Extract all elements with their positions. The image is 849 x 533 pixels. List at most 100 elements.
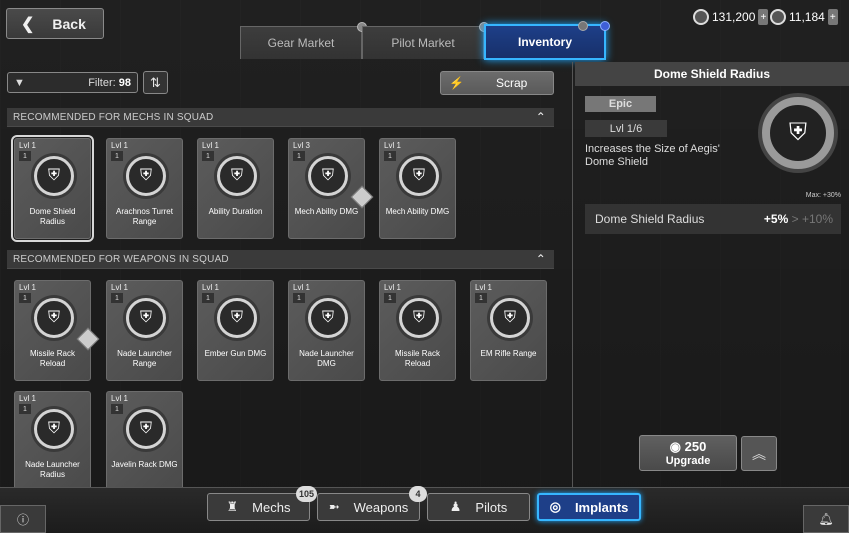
- implant-card[interactable]: Lvl 1 1 ⛨ Arachnos Turret Range: [106, 138, 183, 239]
- card-name: Arachnos Turret Range: [116, 207, 173, 226]
- currency-icon: ◉: [669, 439, 681, 454]
- implant-card[interactable]: Lvl 1 1 ⛨ Nade Launcher Radius: [14, 391, 91, 492]
- implant-icon: ⛨: [126, 156, 166, 196]
- tab-pilot-market[interactable]: Pilot Market: [362, 22, 489, 59]
- currency-credits: 131,200 +: [693, 7, 769, 27]
- section-weapons[interactable]: RECOMMENDED FOR WEAPONS IN SQUAD ⌃: [7, 250, 554, 269]
- chevron-up-icon: ⌃: [535, 252, 546, 266]
- implant-icon: ⛨: [217, 298, 257, 338]
- panel-divider: [572, 62, 573, 487]
- implant-card[interactable]: Lvl 1 1 ⛨ Ability Duration: [197, 138, 274, 239]
- weapon-icon: ➼: [328, 499, 340, 514]
- funnel-icon: ▼: [14, 76, 25, 89]
- stat-arrow: >: [791, 212, 799, 226]
- chevron-left-icon: ❮: [21, 15, 35, 33]
- implant-icon: ⛨: [399, 298, 439, 338]
- card-level: Lvl 1: [384, 283, 401, 292]
- scrap-label: Scrap: [495, 76, 528, 90]
- notification-dot-active: [600, 21, 610, 31]
- card-level: Lvl 1: [19, 141, 36, 150]
- card-level: Lvl 1: [384, 141, 401, 150]
- market-tabs: Gear Market Pilot Market Inventory: [240, 21, 610, 60]
- card-level: Lvl 1: [111, 394, 128, 403]
- back-button[interactable]: ❮ Back: [6, 8, 104, 39]
- card-level: Lvl 1: [111, 283, 128, 292]
- card-level: Lvl 1: [202, 141, 219, 150]
- double-chevron-up-icon: ︽: [752, 445, 766, 462]
- card-quantity: 1: [111, 404, 123, 414]
- back-label: Back: [52, 15, 86, 32]
- stat-values: +5% > +10%: [764, 212, 833, 226]
- card-level: Lvl 3: [293, 141, 310, 150]
- tab-gear-market[interactable]: Gear Market: [240, 22, 367, 59]
- bell-icon: 🔔︎: [818, 512, 834, 526]
- scrap-button[interactable]: ⚡ Scrap: [440, 71, 554, 95]
- implant-card[interactable]: Lvl 1 1 ⛨ EM Rifle Range: [470, 280, 547, 381]
- tab-inventory[interactable]: Inventory: [484, 21, 610, 60]
- implant-card[interactable]: Lvl 1 1 ⛨ Dome Shield Radius: [11, 135, 94, 242]
- card-name: Nade Launcher Range: [117, 349, 172, 368]
- implant-card[interactable]: Lvl 1 1 ⛨ Missile Rack Reload: [379, 280, 456, 381]
- stat-row: Dome Shield Radius +5% > +10%: [585, 204, 841, 234]
- upgrade-label: Upgrade: [665, 455, 711, 467]
- card-quantity: 1: [293, 151, 305, 161]
- scrap-icon: ⚡: [449, 76, 464, 90]
- tab-label: Implants: [574, 499, 629, 515]
- filter-button[interactable]: ▼ Filter: 98: [7, 72, 138, 93]
- add-credits-button[interactable]: +: [758, 9, 769, 25]
- section-mechs-title: RECOMMENDED FOR MECHS IN SQUAD: [13, 111, 214, 123]
- card-quantity: 1: [293, 293, 305, 303]
- implant-card[interactable]: Lvl 3 1 ⛨ Mech Ability DMG: [288, 138, 374, 239]
- implant-icon: ⛨: [399, 156, 439, 196]
- sort-button[interactable]: ⇅: [143, 71, 168, 94]
- implant-icon: ⛨: [34, 156, 74, 196]
- tab-pilots[interactable]: ♟ Pilots: [427, 493, 530, 521]
- card-name: Nade Launcher Radius: [25, 460, 80, 479]
- tab-label: Inventory: [517, 35, 572, 49]
- notification-button[interactable]: 🔔︎: [803, 505, 849, 533]
- add-gems-button[interactable]: +: [827, 9, 838, 25]
- implant-card[interactable]: Lvl 1 1 ⛨ Ember Gun DMG: [197, 280, 274, 381]
- pilot-icon: ♟: [449, 499, 462, 514]
- card-quantity: 1: [202, 151, 214, 161]
- card-name: Missile Rack Reload: [30, 349, 75, 368]
- card-level: Lvl 1: [293, 283, 310, 292]
- filter-text: Filter: 98: [88, 77, 131, 89]
- card-name: Mech Ability DMG: [294, 207, 359, 216]
- info-icon: ⓘ: [16, 512, 29, 527]
- card-quantity: 1: [19, 151, 31, 161]
- card-name: Missile Rack Reload: [395, 349, 440, 368]
- implant-card[interactable]: Lvl 1 1 ⛨ Missile Rack Reload: [14, 280, 100, 381]
- card-quantity: 1: [111, 293, 123, 303]
- implant-icon: ⛨: [34, 298, 74, 338]
- section-mechs[interactable]: RECOMMENDED FOR MECHS IN SQUAD ⌃: [7, 108, 554, 127]
- stat-name: Dome Shield Radius: [595, 212, 705, 226]
- tab-weapons[interactable]: ➼ Weapons 4: [317, 486, 427, 521]
- filter-count: 98: [118, 76, 131, 89]
- implant-description: Increases the Size of Aegis' Dome Shield: [585, 143, 720, 168]
- count-badge: 4: [409, 486, 427, 502]
- implant-card[interactable]: Lvl 1 1 ⛨ Nade Launcher Range: [106, 280, 183, 381]
- gems-icon: [770, 9, 786, 25]
- tab-mechs[interactable]: ♜ Mechs 105: [207, 486, 317, 521]
- implant-card[interactable]: Lvl 1 1 ⛨ Javelin Rack DMG: [106, 391, 183, 492]
- level-indicator: Lvl 1/6: [585, 120, 667, 137]
- card-quantity: 1: [111, 151, 123, 161]
- notification-dot: [578, 21, 588, 31]
- implant-icon: ⛨: [308, 298, 348, 338]
- dome-shield-icon: ⛨: [762, 97, 834, 169]
- tab-implants[interactable]: ◎ Implants: [537, 493, 641, 521]
- card-quantity: 1: [202, 293, 214, 303]
- implant-card[interactable]: Lvl 1 1 ⛨ Nade Launcher DMG: [288, 280, 365, 381]
- upgrade-button[interactable]: ◉ 250 Upgrade: [639, 435, 737, 471]
- max-upgrade-button[interactable]: ︽: [741, 436, 777, 471]
- implant-icon: ⛨: [490, 298, 530, 338]
- stat-current: +5%: [763, 212, 789, 226]
- card-name: Ember Gun DMG: [204, 349, 267, 358]
- gems-amount: 11,184: [789, 10, 825, 24]
- implant-icon: ⛨: [126, 409, 166, 449]
- implant-icon: ⛨: [217, 156, 257, 196]
- implant-card[interactable]: Lvl 1 1 ⛨ Mech Ability DMG: [379, 138, 456, 239]
- card-quantity: 1: [384, 293, 396, 303]
- info-button[interactable]: ⓘ: [0, 505, 46, 533]
